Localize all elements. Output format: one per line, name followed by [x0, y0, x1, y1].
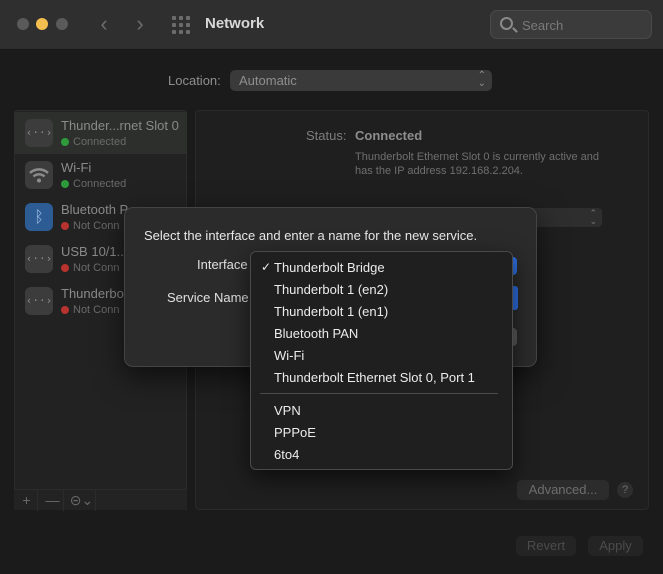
wifi-icon	[25, 161, 53, 189]
revert-button[interactable]: Revert	[516, 536, 576, 556]
status-label: Status:	[306, 128, 347, 143]
service-status: Not Conn	[61, 262, 119, 274]
title-bar: ‹ › Network Search	[0, 0, 663, 50]
service-name: Bluetooth P	[61, 202, 129, 217]
location-value: Automatic	[239, 73, 297, 88]
menu-item-6to4[interactable]: 6to4	[274, 447, 299, 462]
menu-item-thunderbolt-bridge[interactable]: Thunderbolt Bridge	[274, 260, 385, 275]
status-dot-icon	[61, 306, 69, 314]
help-button[interactable]: ?	[617, 482, 633, 498]
service-action-button[interactable]: ⊝⌄	[68, 490, 96, 511]
location-select[interactable]: Automatic ⌃ ⌄	[230, 70, 492, 91]
apply-button[interactable]: Apply	[588, 536, 643, 556]
remove-service-button[interactable]: —	[42, 490, 64, 511]
ethernet-icon: ‹··›	[25, 245, 53, 273]
menu-item-pppoe[interactable]: PPPoE	[274, 425, 316, 440]
status-value: Connected	[355, 128, 423, 143]
status-dot-icon	[61, 180, 69, 188]
status-dot-icon	[61, 138, 69, 146]
menu-item-wifi[interactable]: Wi-Fi	[274, 348, 304, 363]
service-item[interactable]: ‹··› Thunder...rnet Slot 0 Connected	[15, 112, 187, 154]
status-dot-icon	[61, 222, 69, 230]
checkmark-icon: ✓	[261, 260, 272, 274]
window-title: Network	[205, 15, 265, 32]
menu-item-thunderbolt-ethernet[interactable]: Thunderbolt Ethernet Slot 0, Port 1	[274, 370, 475, 385]
service-list-toolbar: + — ⊝⌄	[14, 489, 187, 511]
search-placeholder: Search	[522, 18, 564, 33]
ethernet-icon: ‹··›	[25, 287, 53, 315]
minimize-button[interactable]	[36, 18, 48, 30]
chevron-updown-icon: ⌃ ⌄	[477, 70, 486, 89]
service-name: Thunderbo	[61, 286, 124, 301]
close-button[interactable]	[17, 18, 29, 30]
service-status: Not Conn	[61, 304, 119, 316]
sheet-prompt: Select the interface and enter a name fo…	[144, 228, 478, 243]
service-status: Connected	[61, 136, 126, 148]
menu-item-thunderbolt-1-en2[interactable]: Thunderbolt 1 (en2)	[274, 282, 388, 297]
search-field[interactable]: Search	[490, 10, 652, 39]
location-label: Location:	[168, 73, 221, 88]
search-icon	[500, 17, 513, 30]
service-name: Wi-Fi	[61, 160, 92, 175]
chevron-updown-icon: ⌃ ⌄	[589, 208, 597, 226]
interface-label: Interface	[197, 257, 248, 272]
bluetooth-icon: ᛒ	[25, 203, 53, 231]
back-arrow-icon[interactable]: ‹	[94, 13, 114, 35]
status-description: Thunderbolt Ethernet Slot 0 is currently…	[355, 151, 599, 177]
service-status: Connected	[61, 178, 126, 190]
service-name-label: Service Name	[167, 290, 249, 305]
service-name: USB 10/1...	[61, 244, 128, 259]
zoom-button[interactable]	[56, 18, 68, 30]
forward-arrow-icon[interactable]: ›	[130, 13, 150, 35]
menu-separator	[260, 393, 498, 394]
service-item[interactable]: Wi-Fi Connected	[15, 154, 187, 196]
add-service-button[interactable]: +	[16, 490, 38, 511]
service-name: Thunder...rnet Slot 0	[61, 118, 179, 133]
advanced-button[interactable]: Advanced...	[517, 480, 609, 500]
menu-item-vpn[interactable]: VPN	[274, 403, 301, 418]
ethernet-icon: ‹··›	[25, 119, 53, 147]
menu-item-bluetooth-pan[interactable]: Bluetooth PAN	[274, 326, 358, 341]
show-all-grid-icon[interactable]	[172, 16, 190, 34]
menu-item-thunderbolt-1-en1[interactable]: Thunderbolt 1 (en1)	[274, 304, 388, 319]
service-status: Not Conn	[61, 220, 119, 232]
status-dot-icon	[61, 264, 69, 272]
